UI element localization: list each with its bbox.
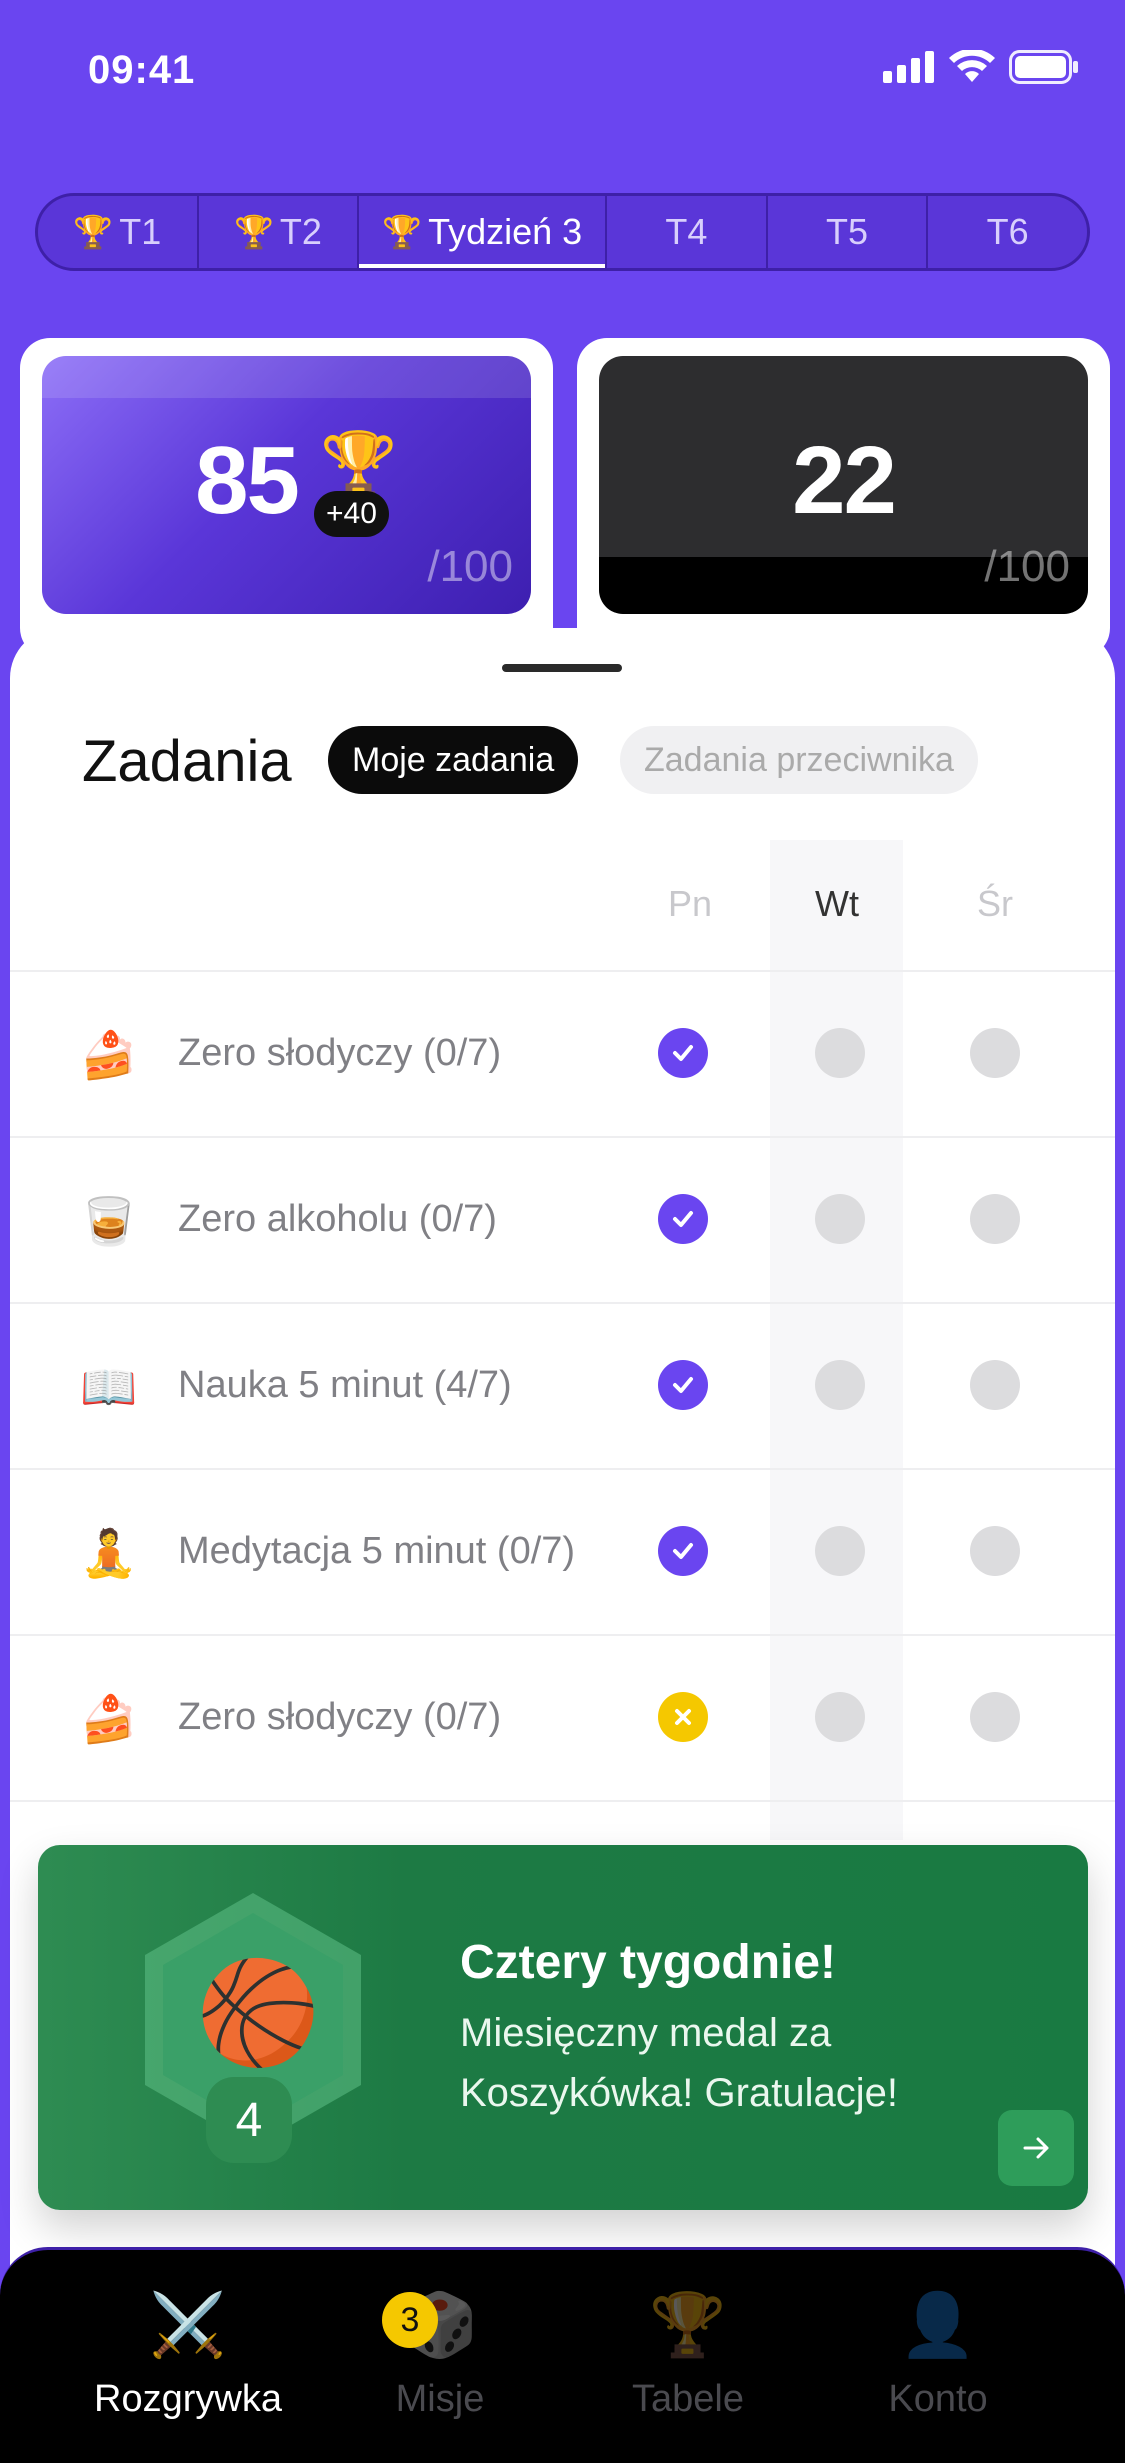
task-status-empty[interactable] bbox=[970, 1692, 1020, 1742]
task-status-empty[interactable] bbox=[815, 1526, 865, 1576]
divider bbox=[10, 1800, 1115, 1802]
tab-week-5[interactable]: T5 bbox=[768, 196, 929, 268]
tab-week-2[interactable]: 🏆 T2 bbox=[199, 196, 360, 268]
trophy-icon: 🏆 bbox=[382, 214, 423, 250]
trophy-icon: 🏆 bbox=[234, 214, 274, 250]
tab-label: Tabele bbox=[632, 2378, 744, 2420]
task-status-empty[interactable] bbox=[970, 1526, 1020, 1576]
tab-misje[interactable]: 🎲 Misje bbox=[320, 2290, 560, 2421]
day-header-wed: Śr bbox=[977, 883, 1013, 924]
score-highlight bbox=[42, 356, 531, 398]
status-time: 09:41 bbox=[88, 48, 196, 92]
arrow-right-icon bbox=[1023, 2137, 1049, 2159]
my-score-max: /100 bbox=[427, 542, 513, 591]
cake-icon: 🍰 bbox=[80, 1693, 138, 1745]
notification-badge: 3 bbox=[382, 2292, 438, 2348]
opponent-score-card[interactable]: 22 /100 bbox=[577, 338, 1110, 658]
task-status-empty[interactable] bbox=[815, 1028, 865, 1078]
bonus-badge: +40 bbox=[314, 491, 389, 537]
task-row[interactable]: 🧘 Medytacja 5 minut (0/7) bbox=[10, 1470, 1115, 1634]
tab-label: T6 bbox=[986, 211, 1029, 252]
tab-label: Tydzień 3 bbox=[428, 211, 583, 252]
task-row[interactable]: 📖 Nauka 5 minut (4/7) bbox=[10, 1304, 1115, 1468]
task-status-empty[interactable] bbox=[970, 1028, 1020, 1078]
task-status-done[interactable] bbox=[658, 1028, 708, 1078]
task-label: Zero słodyczy (0/7) bbox=[178, 1696, 502, 1738]
tab-label: Rozgrywka bbox=[94, 2378, 282, 2420]
banner-title: Cztery tygodnie! bbox=[460, 1936, 837, 1989]
task-status-empty[interactable] bbox=[815, 1194, 865, 1244]
task-label: Zero słodyczy (0/7) bbox=[178, 1032, 502, 1074]
tab-label: Misje bbox=[395, 2378, 485, 2420]
check-icon bbox=[673, 1211, 693, 1227]
my-score-card[interactable]: 85 🏆 +40 /100 bbox=[20, 338, 553, 658]
check-icon bbox=[673, 1045, 693, 1061]
meditation-icon: 🧘 bbox=[80, 1527, 138, 1579]
task-label: Nauka 5 minut (4/7) bbox=[178, 1364, 512, 1406]
task-row[interactable]: 🍰 Zero słodyczy (0/7) bbox=[10, 1636, 1115, 1800]
cellular-signal-icon bbox=[883, 51, 934, 83]
book-icon: 📖 bbox=[80, 1361, 138, 1413]
week-tabs: 🏆 T1 🏆 T2 🏆 Tydzień 3 T4 T5 T6 bbox=[35, 193, 1090, 271]
task-status-done[interactable] bbox=[658, 1194, 708, 1244]
cake-icon: 🍰 bbox=[80, 1029, 138, 1081]
task-row[interactable]: 🥃 Zero alkoholu (0/7) bbox=[10, 1138, 1115, 1302]
task-label: Medytacja 5 minut (0/7) bbox=[178, 1530, 576, 1572]
task-label: Zero alkoholu (0/7) bbox=[178, 1198, 497, 1240]
tab-konto[interactable]: 👤 Konto bbox=[818, 2290, 1058, 2421]
opponent-score-value: 22 bbox=[792, 427, 897, 534]
check-icon bbox=[673, 1377, 693, 1393]
day-header-tue: Wt bbox=[815, 883, 859, 924]
status-bar: 09:41 bbox=[0, 0, 1125, 140]
task-status-empty[interactable] bbox=[815, 1692, 865, 1742]
trophy-icon: 🏆 bbox=[73, 214, 114, 250]
x-icon bbox=[675, 1709, 691, 1725]
banner-arrow-button[interactable] bbox=[998, 2110, 1074, 2186]
day-header-mon: Pn bbox=[667, 883, 713, 924]
sheet-grabber[interactable] bbox=[502, 664, 622, 672]
task-status-empty[interactable] bbox=[815, 1360, 865, 1410]
status-icons bbox=[883, 50, 1079, 84]
tab-label: T4 bbox=[665, 211, 708, 252]
task-status-done[interactable] bbox=[658, 1526, 708, 1576]
opponent-score-max: /100 bbox=[984, 542, 1070, 591]
dice-icon: 🎲 bbox=[401, 2291, 479, 2360]
section-title: Zadania bbox=[82, 729, 292, 794]
task-status-done[interactable] bbox=[658, 1360, 708, 1410]
trophy-icon: 🏆 bbox=[649, 2291, 727, 2360]
opponent-score-box: 22 /100 bbox=[599, 356, 1088, 614]
task-status-empty[interactable] bbox=[970, 1360, 1020, 1410]
task-row[interactable]: 🍰 Zero słodyczy (0/7) bbox=[10, 972, 1115, 1136]
check-icon bbox=[673, 1543, 693, 1559]
whiskey-icon: 🥃 bbox=[80, 1195, 138, 1247]
tab-label: T1 bbox=[119, 211, 162, 252]
tab-label: Konto bbox=[888, 2378, 988, 2420]
tab-tabele[interactable]: 🏆 Tabele bbox=[568, 2290, 808, 2421]
task-status-failed[interactable] bbox=[658, 1692, 708, 1742]
task-status-empty[interactable] bbox=[970, 1194, 1020, 1244]
achievement-banner[interactable]: 🏀 4 Cztery tygodnie! Miesięczny medal za… bbox=[38, 1845, 1088, 2210]
my-tasks-filter[interactable]: Moje zadania bbox=[328, 726, 579, 794]
battery-icon bbox=[1009, 50, 1078, 84]
crossed-swords-icon: ⚔️ bbox=[149, 2291, 227, 2360]
my-score-value: 85 bbox=[195, 427, 300, 534]
my-score-box: 85 🏆 +40 /100 bbox=[42, 356, 531, 614]
tab-label: T2 bbox=[279, 211, 322, 252]
wifi-icon bbox=[949, 50, 995, 82]
basketball-icon: 🏀 bbox=[196, 1957, 321, 2069]
user-icon: 👤 bbox=[899, 2291, 977, 2360]
tab-week-1[interactable]: 🏆 T1 bbox=[38, 196, 199, 268]
tab-week-6[interactable]: T6 bbox=[928, 196, 1087, 268]
medal-count: 4 bbox=[206, 2077, 292, 2163]
tab-rozgrywka[interactable]: ⚔️ Rozgrywka bbox=[68, 2290, 308, 2421]
tab-label: T5 bbox=[826, 211, 869, 252]
banner-text: Miesięczny medal za Koszykówka! Gratulac… bbox=[460, 2011, 898, 2115]
opponent-tasks-filter[interactable]: Zadania przeciwnika bbox=[620, 726, 978, 794]
tab-week-3[interactable]: 🏆 Tydzień 3 bbox=[359, 196, 608, 268]
bottom-tab-bar: ⚔️ Rozgrywka 🎲 Misje 3 🏆 Tabele 👤 Konto bbox=[0, 2247, 1125, 2463]
tab-week-4[interactable]: T4 bbox=[607, 196, 768, 268]
